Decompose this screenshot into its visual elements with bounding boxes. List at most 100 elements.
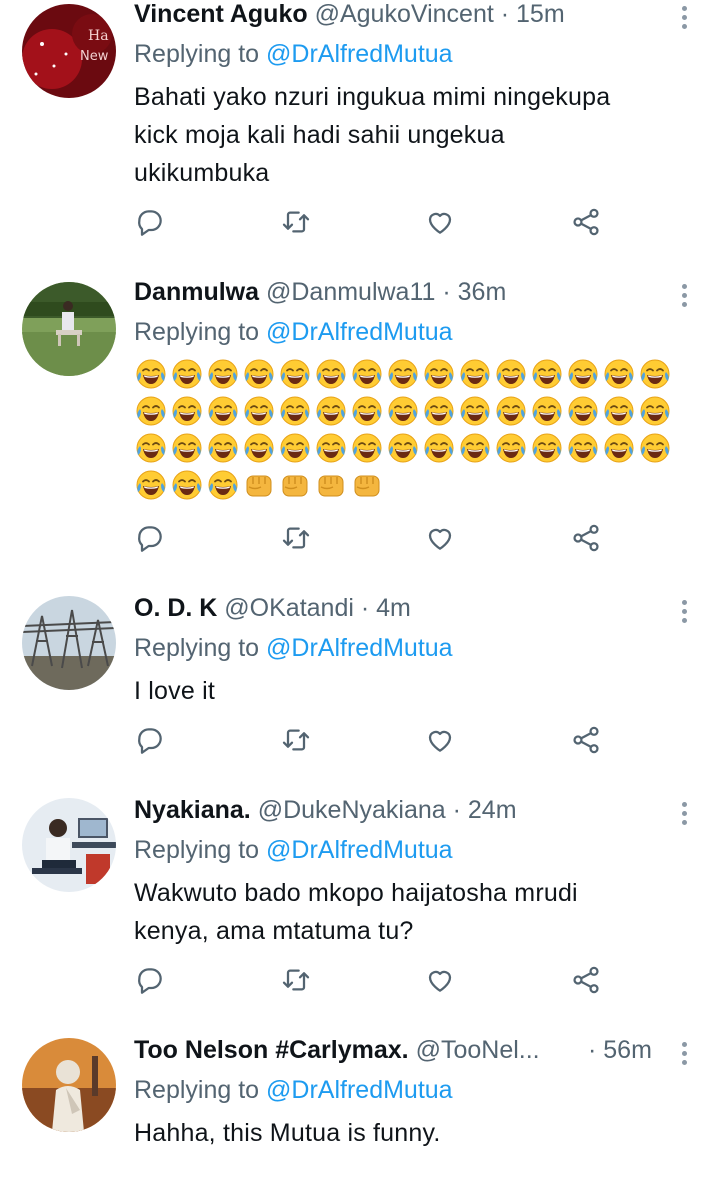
avatar-image <box>22 596 116 690</box>
face-with-tears-of-joy-icon <box>602 430 638 466</box>
face-with-tears-of-joy-icon <box>566 430 602 466</box>
avatar[interactable] <box>22 798 116 892</box>
tweet[interactable]: Nyakiana. @DukeNyakiana · 24m Replying t… <box>0 778 720 1019</box>
timestamp[interactable]: · 36m <box>442 278 506 306</box>
share-icon[interactable] <box>570 522 606 558</box>
user-handle[interactable]: @OKatandi <box>224 594 354 622</box>
face-with-tears-of-joy-icon <box>170 393 206 429</box>
share-icon[interactable] <box>570 206 606 242</box>
more-options-icon[interactable] <box>672 2 696 32</box>
face-with-tears-of-joy-icon <box>350 393 386 429</box>
like-icon[interactable] <box>424 964 460 1000</box>
avatar[interactable] <box>22 282 116 376</box>
mention-link[interactable]: @DrAlfredMutua <box>266 40 453 68</box>
action-bar <box>134 206 614 242</box>
emoji-row <box>134 393 694 430</box>
face-with-tears-of-joy-icon <box>278 393 314 429</box>
display-name[interactable]: Too Nelson #Carlymax. <box>134 1036 409 1064</box>
display-name[interactable]: Nyakiana. <box>134 796 251 824</box>
display-name[interactable]: Vincent Aguko <box>134 0 308 28</box>
tweet-emoji-text <box>134 356 694 504</box>
tweet[interactable]: Too Nelson #Carlymax. @TooNel... · 56m R… <box>0 1018 720 1178</box>
oncoming-fist-icon <box>242 467 278 503</box>
like-icon[interactable] <box>424 522 460 558</box>
tweet[interactable]: Ha New Vincent Aguko @AgukoVincent · 15m… <box>0 0 720 261</box>
tweet-text-line: Bahati yako nzuri ingukua mimi ningekupa <box>134 83 611 111</box>
avatar-image <box>22 1038 116 1132</box>
oncoming-fist-icon <box>314 467 350 503</box>
face-with-tears-of-joy-icon <box>314 430 350 466</box>
avatar[interactable]: Ha New <box>22 4 116 98</box>
tweet-text-line: I love it <box>134 677 215 705</box>
face-with-tears-of-joy-icon <box>134 467 170 503</box>
tweet[interactable]: Danmulwa @Danmulwa11 · 36m Replying to @… <box>0 260 720 577</box>
face-with-tears-of-joy-icon <box>458 430 494 466</box>
mention-link[interactable]: @DrAlfredMutua <box>266 634 453 662</box>
tweet-text-line: ukikumbuka <box>134 159 270 187</box>
face-with-tears-of-joy-icon <box>350 430 386 466</box>
face-with-tears-of-joy-icon <box>278 430 314 466</box>
user-handle[interactable]: @TooNel... <box>416 1036 540 1064</box>
oncoming-fist-icon <box>278 467 314 503</box>
face-with-tears-of-joy-icon <box>422 356 458 392</box>
tweet-header: Too Nelson #Carlymax. @TooNel... <box>134 1032 660 1068</box>
tweet-text: Bahati yako nzuri ingukua mimi ningekupa… <box>134 78 694 192</box>
more-options-icon[interactable] <box>672 596 696 626</box>
user-handle[interactable]: @AgukoVincent <box>315 0 494 28</box>
face-with-tears-of-joy-icon <box>386 356 422 392</box>
like-icon[interactable] <box>424 206 460 242</box>
reply-icon[interactable] <box>134 964 170 1000</box>
face-with-tears-of-joy-icon <box>134 356 170 392</box>
more-options-icon[interactable] <box>672 1038 696 1068</box>
display-name[interactable]: Danmulwa <box>134 278 259 306</box>
face-with-tears-of-joy-icon <box>638 430 674 466</box>
more-options-icon[interactable] <box>672 280 696 310</box>
face-with-tears-of-joy-icon <box>602 393 638 429</box>
mention-link[interactable]: @DrAlfredMutua <box>266 836 453 864</box>
retweet-icon[interactable] <box>280 724 316 760</box>
face-with-tears-of-joy-icon <box>494 430 530 466</box>
timestamp[interactable]: · 4m <box>361 594 411 622</box>
more-options-icon[interactable] <box>672 798 696 828</box>
face-with-tears-of-joy-icon <box>242 430 278 466</box>
timestamp[interactable]: · 15m <box>501 0 565 28</box>
timestamp[interactable]: · 24m <box>453 796 517 824</box>
display-name[interactable]: O. D. K <box>134 594 217 622</box>
tweet[interactable]: O. D. K @OKatandi · 4m Replying to @DrAl… <box>0 576 720 779</box>
avatar[interactable] <box>22 596 116 690</box>
mention-link[interactable]: @DrAlfredMutua <box>266 318 453 346</box>
action-bar <box>134 724 614 760</box>
face-with-tears-of-joy-icon <box>134 430 170 466</box>
face-with-tears-of-joy-icon <box>494 356 530 392</box>
face-with-tears-of-joy-icon <box>278 356 314 392</box>
share-icon[interactable] <box>570 964 606 1000</box>
reply-icon[interactable] <box>134 522 170 558</box>
face-with-tears-of-joy-icon <box>242 356 278 392</box>
mention-link[interactable]: @DrAlfredMutua <box>266 1076 453 1104</box>
avatar-text: Ha <box>88 28 109 44</box>
face-with-tears-of-joy-icon <box>350 356 386 392</box>
like-icon[interactable] <box>424 724 460 760</box>
timestamp[interactable]: · 56m <box>588 1036 652 1064</box>
replying-to: Replying to @DrAlfredMutua <box>134 36 453 72</box>
share-icon[interactable] <box>570 724 606 760</box>
face-with-tears-of-joy-icon <box>422 430 458 466</box>
retweet-icon[interactable] <box>280 522 316 558</box>
reply-icon[interactable] <box>134 206 170 242</box>
tweet-text-line: Wakwuto bado mkopo haijatosha mrudi <box>134 879 578 907</box>
face-with-tears-of-joy-icon <box>422 393 458 429</box>
retweet-icon[interactable] <box>280 964 316 1000</box>
user-handle[interactable]: @Danmulwa11 <box>266 278 435 306</box>
face-with-tears-of-joy-icon <box>494 393 530 429</box>
face-with-tears-of-joy-icon <box>314 356 350 392</box>
reply-icon[interactable] <box>134 724 170 760</box>
face-with-tears-of-joy-icon <box>170 430 206 466</box>
tweet-text-line: kenya, ama mtatuma tu? <box>134 917 414 945</box>
replying-to: Replying to @DrAlfredMutua <box>134 314 453 350</box>
face-with-tears-of-joy-icon <box>206 393 242 429</box>
face-with-tears-of-joy-icon <box>206 430 242 466</box>
user-handle[interactable]: @DukeNyakiana <box>258 796 446 824</box>
avatar[interactable] <box>22 1038 116 1132</box>
emoji-row <box>134 467 694 504</box>
retweet-icon[interactable] <box>280 206 316 242</box>
